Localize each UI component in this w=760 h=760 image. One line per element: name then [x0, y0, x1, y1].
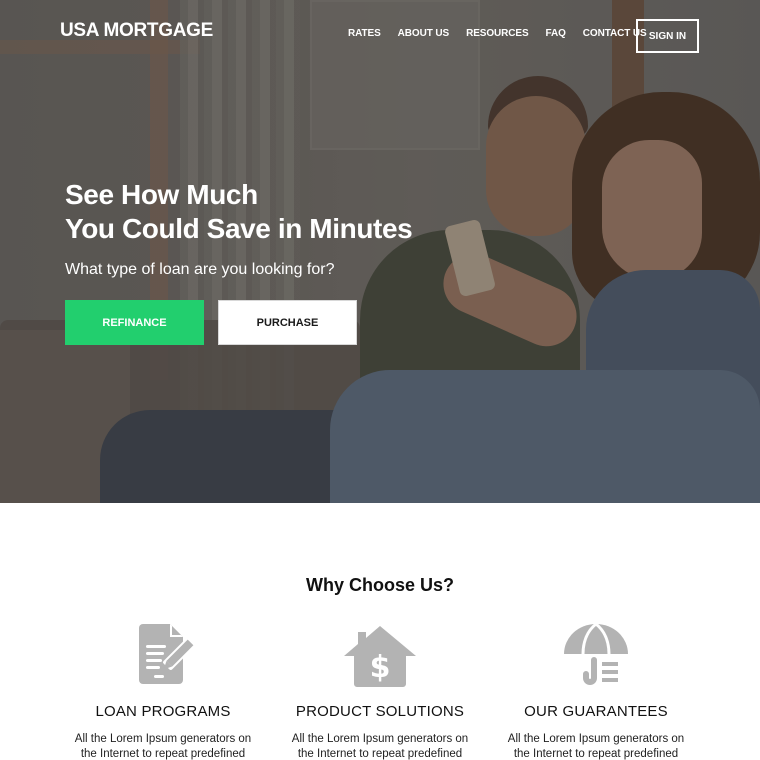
umbrella-icon	[564, 622, 628, 685]
feature-text-line: All the Lorem Ipsum generators on	[74, 733, 252, 745]
feature-text-line: the Internet to repeat predefined	[297, 748, 463, 760]
feature-title: PRODUCT SOLUTIONS	[295, 703, 465, 720]
feature-our-guarantees: OUR GUARANTEES All the Lorem Ipsum gener…	[486, 620, 706, 760]
house-dollar-icon: $	[344, 626, 416, 687]
feature-text: All the Lorem Ipsum generators on the In…	[486, 732, 706, 760]
feature-title: LOAN PROGRAMS	[95, 703, 231, 720]
nav-about-us[interactable]: ABOUT US	[398, 28, 450, 39]
feature-text-line: All the Lorem Ipsum generators on	[291, 733, 469, 745]
feature-text-line: All the Lorem Ipsum generators on	[507, 733, 685, 745]
nav-faq[interactable]: FAQ	[546, 28, 566, 39]
feature-text-line: the Internet to repeat predefined	[513, 748, 679, 760]
feature-title: OUR GUARANTEES	[524, 703, 668, 720]
headline-line-2: You Could Save in Minutes	[65, 213, 413, 244]
hero-overlay	[0, 0, 760, 503]
hero-section: USA MORTGAGE RATES ABOUT US RESOURCES FA…	[0, 0, 760, 503]
hero-subheadline: What type of loan are you looking for?	[65, 261, 335, 278]
headline-line-1: See How Much	[65, 179, 258, 210]
svg-text:$: $	[370, 650, 391, 685]
feature-text-line: the Internet to repeat predefined	[80, 748, 246, 760]
refinance-button[interactable]: REFINANCE	[65, 300, 204, 345]
hero-headline: See How Much You Could Save in Minutes	[65, 178, 413, 246]
feature-product-solutions: $ PRODUCT SOLUTIONS All the Lorem Ipsum …	[270, 620, 490, 760]
main-nav: RATES ABOUT US RESOURCES FAQ CONTACT US	[348, 28, 664, 39]
sign-in-button[interactable]: SIGN IN	[636, 19, 699, 53]
feature-loan-programs: LOAN PROGRAMS All the Lorem Ipsum genera…	[53, 620, 273, 760]
document-edit-icon	[139, 624, 196, 684]
brand-logo[interactable]: USA MORTGAGE	[60, 20, 213, 42]
nav-rates[interactable]: RATES	[348, 28, 381, 39]
section-title: Why Choose Us?	[305, 575, 454, 595]
nav-resources[interactable]: RESOURCES	[466, 28, 529, 39]
feature-text: All the Lorem Ipsum generators on the In…	[53, 732, 273, 760]
purchase-button[interactable]: PURCHASE	[218, 300, 357, 345]
feature-text: All the Lorem Ipsum generators on the In…	[270, 732, 490, 760]
